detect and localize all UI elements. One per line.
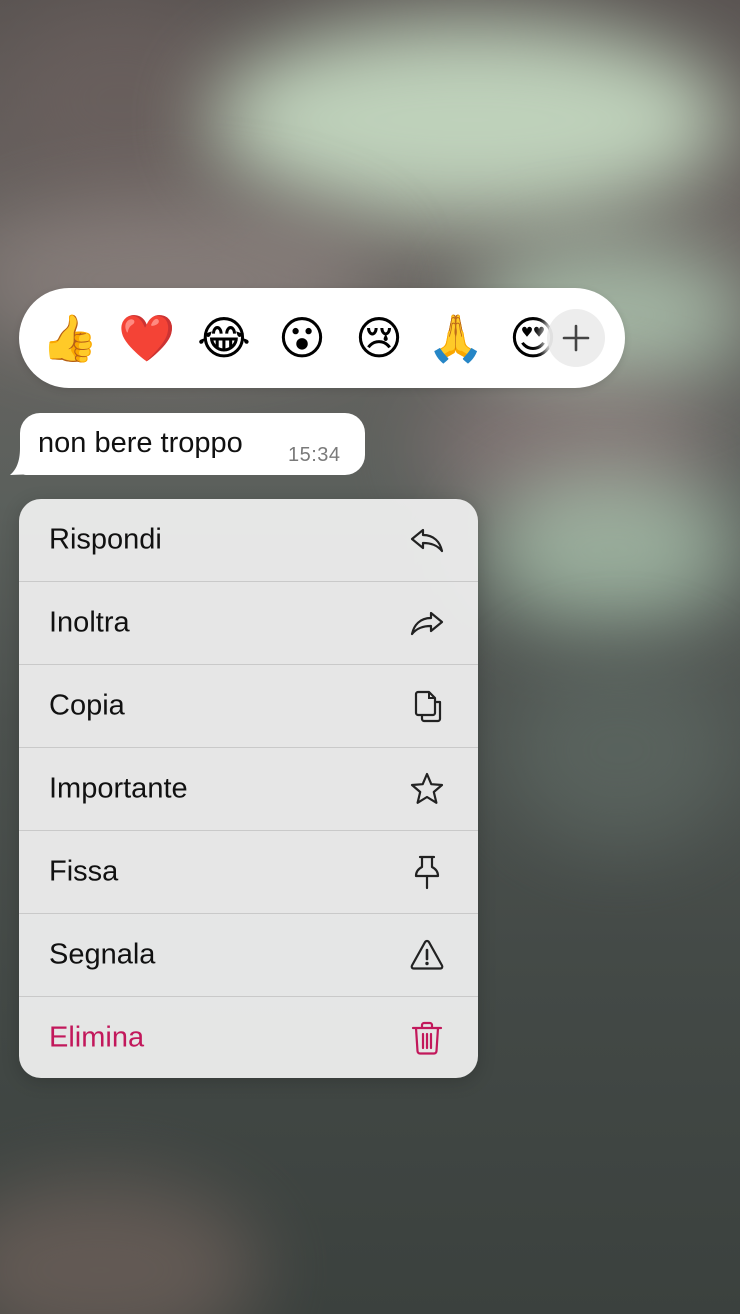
menu-item-delete[interactable]: Elimina — [19, 997, 478, 1078]
reaction-heart[interactable]: ❤️ — [118, 315, 175, 361]
reaction-surprised[interactable]: 😮 — [278, 315, 326, 361]
trash-icon — [411, 1021, 443, 1055]
menu-item-label: Inoltra — [49, 606, 130, 639]
message-timestamp: 15:34 — [288, 444, 341, 466]
forward-icon — [410, 611, 444, 636]
menu-item-label: Rispondi — [49, 523, 162, 556]
menu-item-forward[interactable]: Inoltra — [19, 582, 478, 664]
warning-icon — [410, 939, 444, 970]
menu-item-copy[interactable]: Copia — [19, 665, 478, 747]
copy-icon — [414, 690, 442, 723]
message-bubble[interactable]: non bere troppo 15:34 — [20, 413, 365, 475]
menu-item-label: Segnala — [49, 938, 156, 971]
menu-item-report[interactable]: Segnala — [19, 914, 478, 996]
menu-item-pin[interactable]: Fissa — [19, 831, 478, 913]
reaction-bar: 👍 ❤️ 😂 😮 😢 🙏 😍 — [19, 288, 625, 388]
reaction-crying[interactable]: 😢 — [355, 315, 403, 361]
menu-item-label: Copia — [49, 689, 125, 722]
reaction-laughing[interactable]: 😂 — [197, 315, 251, 361]
reply-icon — [410, 528, 444, 553]
menu-item-label: Fissa — [49, 855, 119, 888]
plus-icon — [562, 324, 590, 352]
menu-item-label: Elimina — [49, 1021, 145, 1054]
reaction-praying[interactable]: 🙏 — [427, 315, 484, 361]
more-reactions-button[interactable] — [547, 309, 605, 367]
message-context-menu: Rispondi Inoltra Copia Importante Fissa — [19, 499, 478, 1078]
pin-icon — [414, 855, 440, 890]
star-icon — [410, 772, 444, 804]
menu-item-reply[interactable]: Rispondi — [19, 499, 478, 581]
reaction-thumbs-up[interactable]: 👍 — [41, 315, 98, 361]
menu-item-star[interactable]: Importante — [19, 748, 478, 830]
menu-item-label: Importante — [49, 772, 188, 805]
message-text: non bere troppo — [38, 427, 243, 459]
